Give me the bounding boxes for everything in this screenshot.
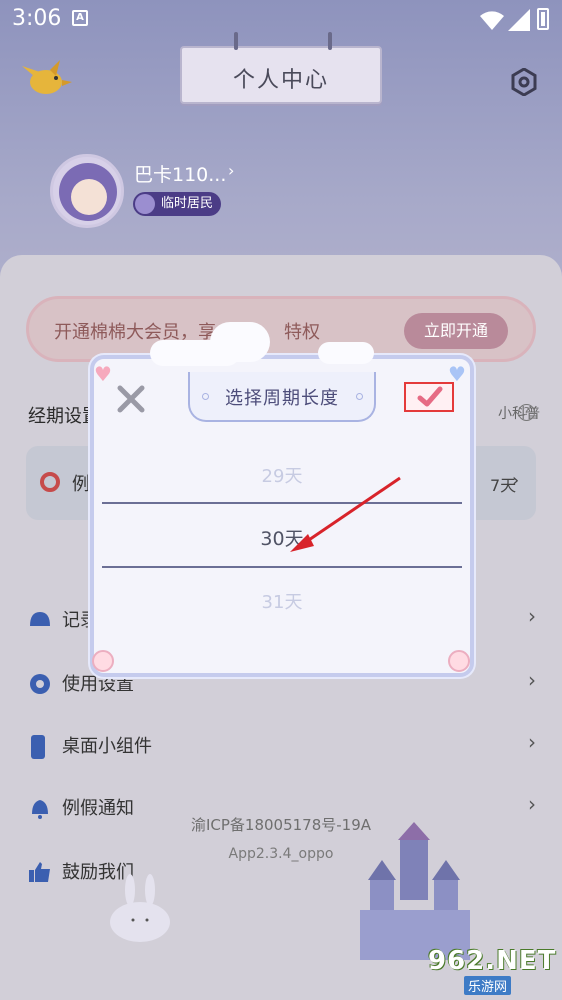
menu-item-widget[interactable]: 桌面小组件 › — [26, 726, 536, 766]
status-bar: 3:06 A — [0, 0, 562, 40]
period-ring-icon — [40, 472, 60, 492]
board-pin — [328, 32, 332, 50]
corner-flower-icon — [448, 650, 470, 672]
chevron-right-icon[interactable]: › — [512, 470, 519, 491]
badge-label: 临时居民 — [161, 196, 214, 211]
gear-icon — [30, 674, 50, 694]
board-pin — [234, 32, 238, 50]
status-badge: 临时居民 — [133, 192, 222, 216]
bird-icon[interactable] — [20, 60, 74, 102]
signal-icon — [508, 9, 530, 31]
thumbs-up-icon — [29, 862, 50, 882]
badge-avatar-icon — [135, 194, 155, 214]
settings-icon[interactable] — [510, 68, 538, 96]
watermark: 962.NET 乐游网 — [428, 946, 558, 996]
chevron-right-icon[interactable]: › — [228, 161, 234, 180]
username[interactable]: 巴卡110... — [134, 160, 226, 187]
watermark-logo: 962.NET — [428, 946, 557, 976]
title-board: 个人中心 — [180, 32, 382, 104]
picker-option[interactable]: 31天 — [102, 588, 462, 614]
page-title: 个人中心 — [232, 68, 329, 93]
bell-icon — [30, 612, 50, 626]
cloud-decoration — [210, 322, 270, 362]
vip-text-tail: 特权 — [284, 322, 320, 343]
period-label: 例 — [72, 474, 90, 495]
castle-illustration — [360, 822, 470, 960]
annotation-arrow — [290, 476, 401, 552]
bunny-illustration — [110, 874, 170, 942]
dialog-title: 选择周期长度 — [225, 388, 339, 409]
checkmark-icon — [417, 386, 443, 407]
chevron-right-icon: › — [528, 668, 536, 692]
help-icon[interactable]: ? — [518, 404, 535, 421]
cloud-decoration — [318, 342, 374, 364]
chevron-right-icon: › — [528, 604, 536, 628]
corner-flower-icon — [92, 650, 114, 672]
avatar[interactable] — [50, 154, 124, 228]
notification-a-icon: A — [72, 10, 88, 26]
menu-item-label: 桌面小组件 — [62, 736, 152, 757]
battery-icon — [537, 8, 549, 30]
close-icon[interactable] — [114, 382, 148, 416]
wifi-icon — [480, 11, 504, 30]
chevron-right-icon: › — [528, 792, 536, 816]
avatar-face — [71, 179, 107, 215]
watermark-sub: 乐游网 — [464, 976, 512, 995]
vip-open-button[interactable]: 立即开通 — [404, 313, 508, 349]
picker-divider — [102, 566, 462, 568]
status-time: 3:06 — [12, 6, 62, 31]
chevron-right-icon: › — [528, 730, 536, 754]
heart-icon: ♥ — [94, 362, 112, 386]
confirm-button[interactable] — [404, 382, 454, 412]
phone-icon — [31, 735, 45, 759]
